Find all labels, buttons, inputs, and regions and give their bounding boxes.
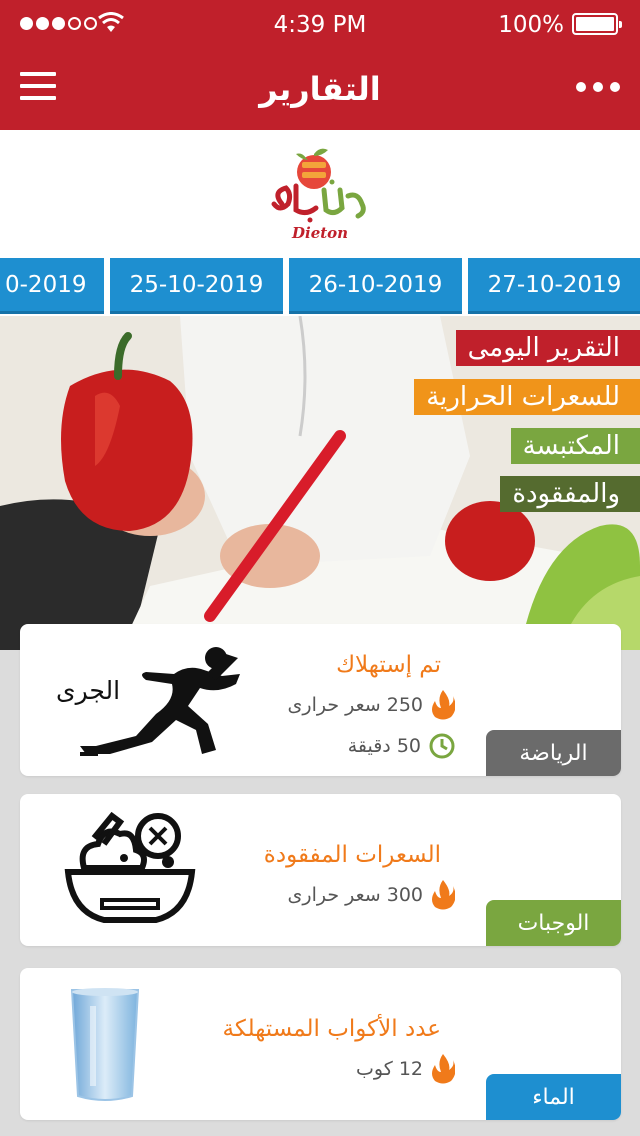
duration-value: 50 دقيقة — [347, 735, 421, 757]
water-glass-icon — [70, 988, 140, 1101]
meals-tag-button[interactable]: الوجبات — [486, 900, 621, 946]
report-cards: الجرى تم إستهلاك 250 سعر حرارى 50 دقيقة … — [0, 624, 640, 1136]
hero-image: التقرير اليومى للسعرات الحرارية المكتبسة… — [0, 316, 640, 650]
sport-card[interactable]: الجرى تم إستهلاك 250 سعر حرارى 50 دقيقة … — [20, 624, 621, 776]
card-title: تم إستهلاك — [336, 652, 441, 678]
salad-bowl-icon — [64, 811, 196, 923]
date-tab[interactable]: 27-10-2019 — [468, 258, 640, 314]
sport-tag-button[interactable]: الرياضة — [486, 730, 621, 776]
hero-line-4: والمفقودة — [500, 476, 640, 512]
hero-line-3: المكتبسة — [510, 428, 640, 464]
water-card[interactable]: عدد الأكواب المستهلكة 12 كوب الماء — [20, 968, 621, 1120]
more-dots-icon[interactable] — [576, 82, 620, 92]
app-header: التقارير — [0, 50, 640, 130]
runner-label: الجرى — [56, 676, 121, 705]
calories-row: 300 سعر حرارى — [288, 880, 455, 910]
date-tab[interactable]: 0-2019 — [0, 258, 104, 314]
flame-icon — [432, 880, 455, 910]
cups-row: 12 كوب — [356, 1054, 455, 1084]
date-selector: 27-10-2019 26-10-2019 25-10-2019 0-2019 — [0, 258, 640, 316]
calories-value: 300 سعر حرارى — [287, 884, 423, 906]
card-title: السعرات المفقودة — [263, 842, 441, 868]
battery-icon — [572, 13, 622, 35]
cups-value: 12 كوب — [356, 1058, 423, 1080]
flame-icon — [432, 1054, 455, 1084]
water-tag-button[interactable]: الماء — [486, 1074, 621, 1120]
meals-card[interactable]: السعرات المفقودة 300 سعر حرارى الوجبات — [20, 794, 621, 946]
status-bar: 4:39 PM 100% — [0, 0, 640, 50]
date-tab[interactable]: 26-10-2019 — [289, 258, 462, 314]
card-title: عدد الأكواب المستهلكة — [222, 1016, 441, 1042]
dieton-logo: Dieton — [262, 146, 378, 246]
hero-line-2: للسعرات الحرارية — [414, 379, 640, 415]
page-title: التقارير — [259, 70, 381, 108]
logo-banner: Dieton — [0, 130, 640, 258]
duration-row: 50 دقيقة — [348, 733, 455, 759]
calories-value: 250 سعر حرارى — [287, 694, 423, 716]
calories-row: 250 سعر حرارى — [288, 690, 455, 720]
logo-latin-text: Dieton — [292, 224, 349, 242]
flame-icon — [432, 690, 455, 720]
battery-percent: 100% — [498, 12, 564, 38]
date-tab[interactable]: 25-10-2019 — [110, 258, 283, 314]
clock-icon — [429, 733, 455, 759]
hero-line-1: التقرير اليومى — [455, 330, 640, 366]
